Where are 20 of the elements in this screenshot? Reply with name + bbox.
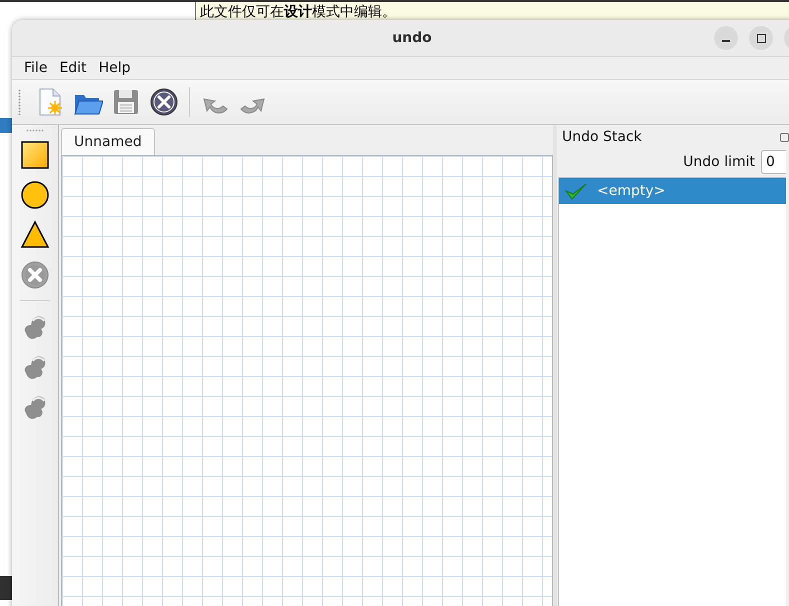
undo-limit-label: Undo limit — [683, 154, 755, 170]
square-icon[interactable] — [20, 140, 50, 170]
panel-title: Undo Stack — [562, 129, 642, 145]
background-window-edge — [0, 118, 12, 133]
cross-circle-icon[interactable] — [149, 87, 179, 117]
checkmark-icon — [565, 182, 587, 200]
undo-stack-item[interactable]: <empty> — [559, 178, 786, 204]
minimize-button[interactable] — [714, 26, 738, 50]
background-panel-edge — [0, 576, 12, 600]
triangle-icon[interactable] — [20, 220, 50, 250]
menu-item[interactable]: Help — [92, 60, 136, 76]
window-title: undo — [392, 30, 432, 46]
menu-item[interactable]: Edit — [53, 60, 93, 76]
maximize-button[interactable] — [749, 26, 773, 50]
menu-item[interactable]: File — [18, 60, 54, 76]
circle-icon[interactable] — [20, 180, 50, 210]
document-tab[interactable]: Unnamed — [61, 128, 155, 155]
notice-text: 此文件仅可在设计模式中编辑。 — [200, 4, 396, 20]
undo-limit-field[interactable]: 0 — [761, 150, 786, 174]
float-button[interactable] — [780, 132, 789, 142]
